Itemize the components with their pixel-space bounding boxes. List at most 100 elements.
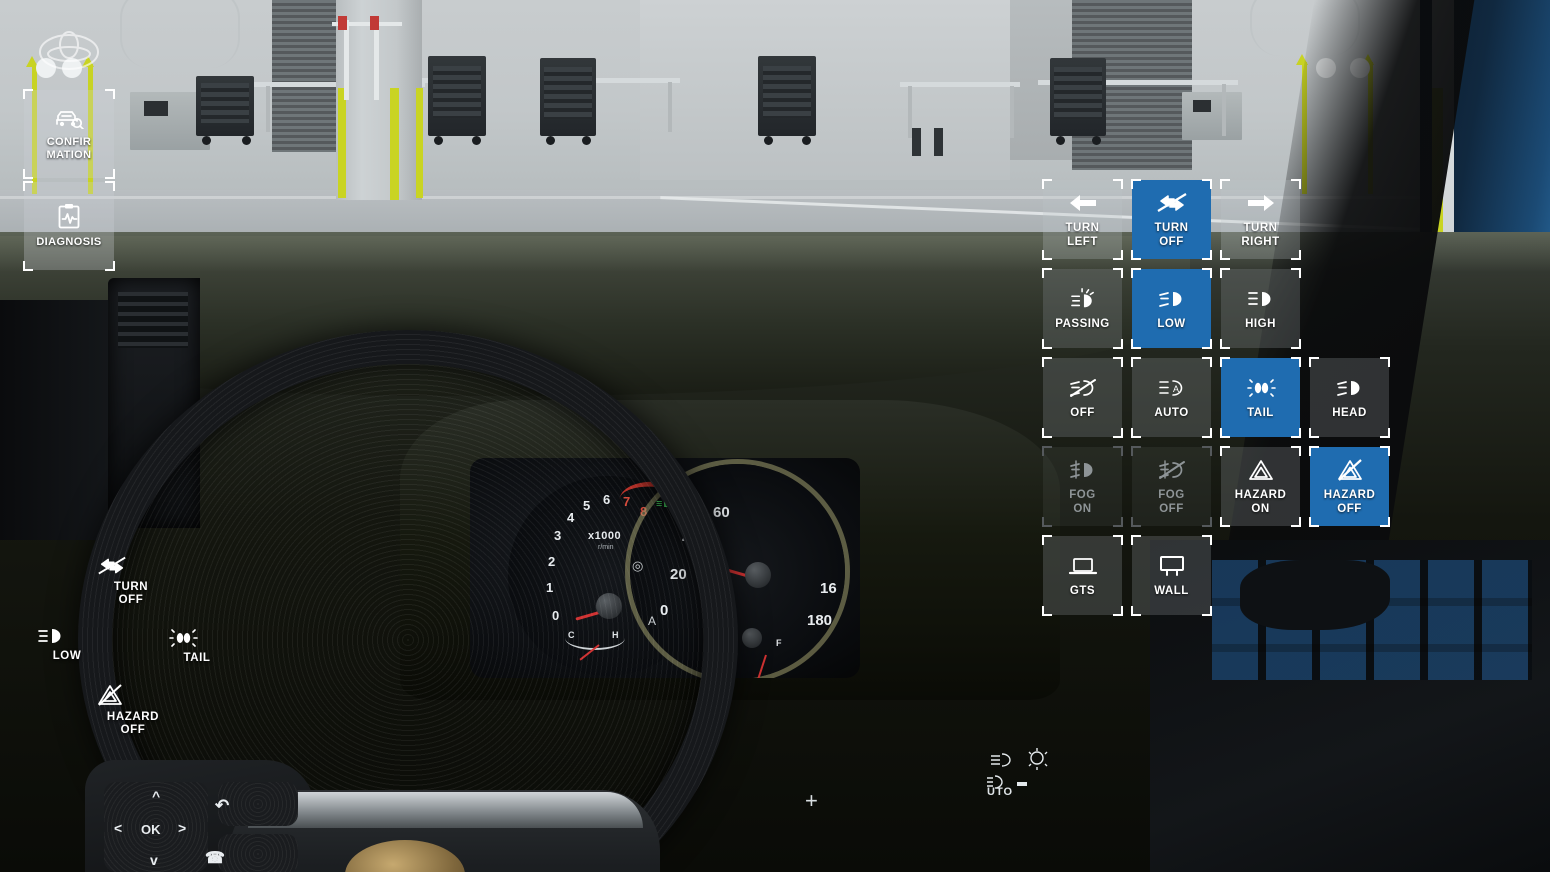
dash-side-panel	[0, 300, 120, 540]
corner-bracket	[1291, 179, 1301, 189]
corner-bracket	[1291, 446, 1301, 456]
wall-detail	[934, 128, 943, 156]
stalk-auto-label: UTO	[987, 786, 1013, 798]
crosshair-marker: +	[805, 788, 818, 814]
corner-bracket	[1380, 517, 1390, 527]
high-beam-button[interactable]: HIGH	[1221, 269, 1300, 348]
corner-bracket	[1131, 250, 1141, 260]
passing-button[interactable]: PASSING	[1043, 269, 1122, 348]
corner-bracket	[1042, 250, 1052, 260]
status-hazard: HAZARD OFF	[96, 683, 170, 737]
status-label: LOW	[36, 650, 98, 663]
toyota-logo	[38, 30, 100, 74]
tool-cabinet	[540, 58, 596, 136]
button-label: TURN	[1241, 222, 1279, 236]
button-label: FOG	[1069, 489, 1095, 503]
back-arrow-icon[interactable]: ↶	[215, 796, 229, 816]
hazard-on-icon	[1247, 457, 1275, 483]
wall-button[interactable]: WALL	[1132, 536, 1211, 615]
corner-bracket	[1220, 268, 1230, 278]
caster	[242, 136, 251, 145]
clipboard-pulse-icon	[57, 203, 81, 229]
button-label: TURN	[1066, 222, 1100, 236]
corner-bracket	[1380, 428, 1390, 438]
corner-bracket	[1113, 339, 1123, 349]
lamp-auto-button[interactable]: A AUTO	[1132, 358, 1211, 437]
button-label: OFF	[1155, 236, 1189, 250]
fog-on-button[interactable]: FOG ON	[1043, 447, 1122, 526]
turn-left-button[interactable]: TURN LEFT	[1043, 180, 1122, 259]
steering-wheel-back-button[interactable]	[218, 782, 298, 826]
speedo-tick: 60	[713, 504, 730, 521]
corner-bracket	[1113, 535, 1123, 545]
phone-icon[interactable]: ☎	[205, 848, 225, 868]
caster	[546, 136, 555, 145]
lamp-off-button[interactable]: OFF	[1043, 358, 1122, 437]
conduit-pipe	[120, 0, 240, 68]
tail-lamp-icon	[166, 628, 228, 648]
turn-right-button[interactable]: TURN RIGHT	[1221, 180, 1300, 259]
button-label: FOG	[1158, 489, 1184, 503]
steering-wheel-trim	[248, 792, 643, 828]
head-lamp-icon	[1335, 375, 1365, 401]
hazard-off-button[interactable]: HAZARD OFF	[1310, 447, 1389, 526]
status-turn-signal: TURN OFF	[96, 555, 166, 607]
sidebar-item-label: DIAGNOSIS	[36, 236, 101, 249]
button-label: HEAD	[1332, 407, 1367, 421]
steering-wheel-phone-button[interactable]	[218, 834, 298, 872]
turn-off-icon	[1155, 190, 1189, 216]
corner-bracket	[105, 89, 115, 99]
column-guard	[338, 88, 346, 198]
chevron-right-icon[interactable]: >	[178, 820, 186, 836]
electrical-box	[1182, 92, 1242, 140]
tool-cabinet	[196, 76, 254, 136]
button-label: ON	[1069, 503, 1095, 517]
fog-off-button[interactable]: FOG OFF	[1132, 447, 1211, 526]
wall-detail	[912, 128, 921, 156]
lamp-tail-button[interactable]: TAIL	[1221, 358, 1300, 437]
corner-bracket	[1131, 535, 1141, 545]
corner-bracket	[1202, 535, 1212, 545]
sidebar-item-label: CONFIR	[47, 136, 92, 149]
sidebar-item-diagnosis[interactable]: DIAGNOSIS	[24, 182, 114, 270]
car-inspect-icon	[54, 107, 84, 129]
corner-bracket	[1113, 446, 1123, 456]
lamp-head-button[interactable]: HEAD	[1310, 358, 1389, 437]
caster	[202, 136, 211, 145]
gts-button[interactable]: GTS	[1043, 536, 1122, 615]
hazard-on-button[interactable]: HAZARD ON	[1221, 447, 1300, 526]
speedo-tick: 16	[820, 580, 837, 597]
corner-bracket	[1291, 268, 1301, 278]
chevron-down-icon[interactable]: v	[150, 852, 158, 868]
corner-bracket	[1202, 357, 1212, 367]
turn-off-button[interactable]: TURN OFF	[1132, 180, 1211, 259]
tool-cabinet	[1050, 58, 1106, 136]
chevron-up-icon[interactable]: ^	[152, 788, 160, 804]
corner-bracket	[1202, 517, 1212, 527]
corner-bracket	[1202, 446, 1212, 456]
corner-bracket	[1220, 446, 1230, 456]
corner-bracket	[1113, 428, 1123, 438]
button-label: HAZARD	[1235, 489, 1287, 503]
chevron-left-icon[interactable]: <	[114, 820, 122, 836]
corner-bracket	[1291, 428, 1301, 438]
sidebar-item-confirmation[interactable]: CONFIR MATION	[24, 90, 114, 178]
column-guard	[390, 88, 399, 200]
tool-cabinet	[758, 56, 816, 136]
corner-bracket	[1220, 517, 1230, 527]
button-label: TURN	[1155, 222, 1189, 236]
corner-bracket	[1220, 179, 1230, 189]
button-label: OFF	[1158, 503, 1184, 517]
low-beam-button[interactable]: LOW	[1132, 269, 1211, 348]
corner-bracket	[1042, 339, 1052, 349]
lighting-control-grid: TURN LEFT TURN OFF TURN RIGHT	[1043, 180, 1413, 620]
dpad-ok-button[interactable]: OK	[141, 822, 161, 837]
corner-bracket	[23, 89, 33, 99]
caster	[802, 136, 811, 145]
status-beam: LOW	[36, 626, 98, 663]
corner-bracket	[1309, 517, 1319, 527]
button-label: GTS	[1070, 585, 1095, 599]
headlight-stalk: UTO	[985, 740, 1095, 800]
corner-bracket	[1220, 250, 1230, 260]
corner-bracket	[1220, 339, 1230, 349]
